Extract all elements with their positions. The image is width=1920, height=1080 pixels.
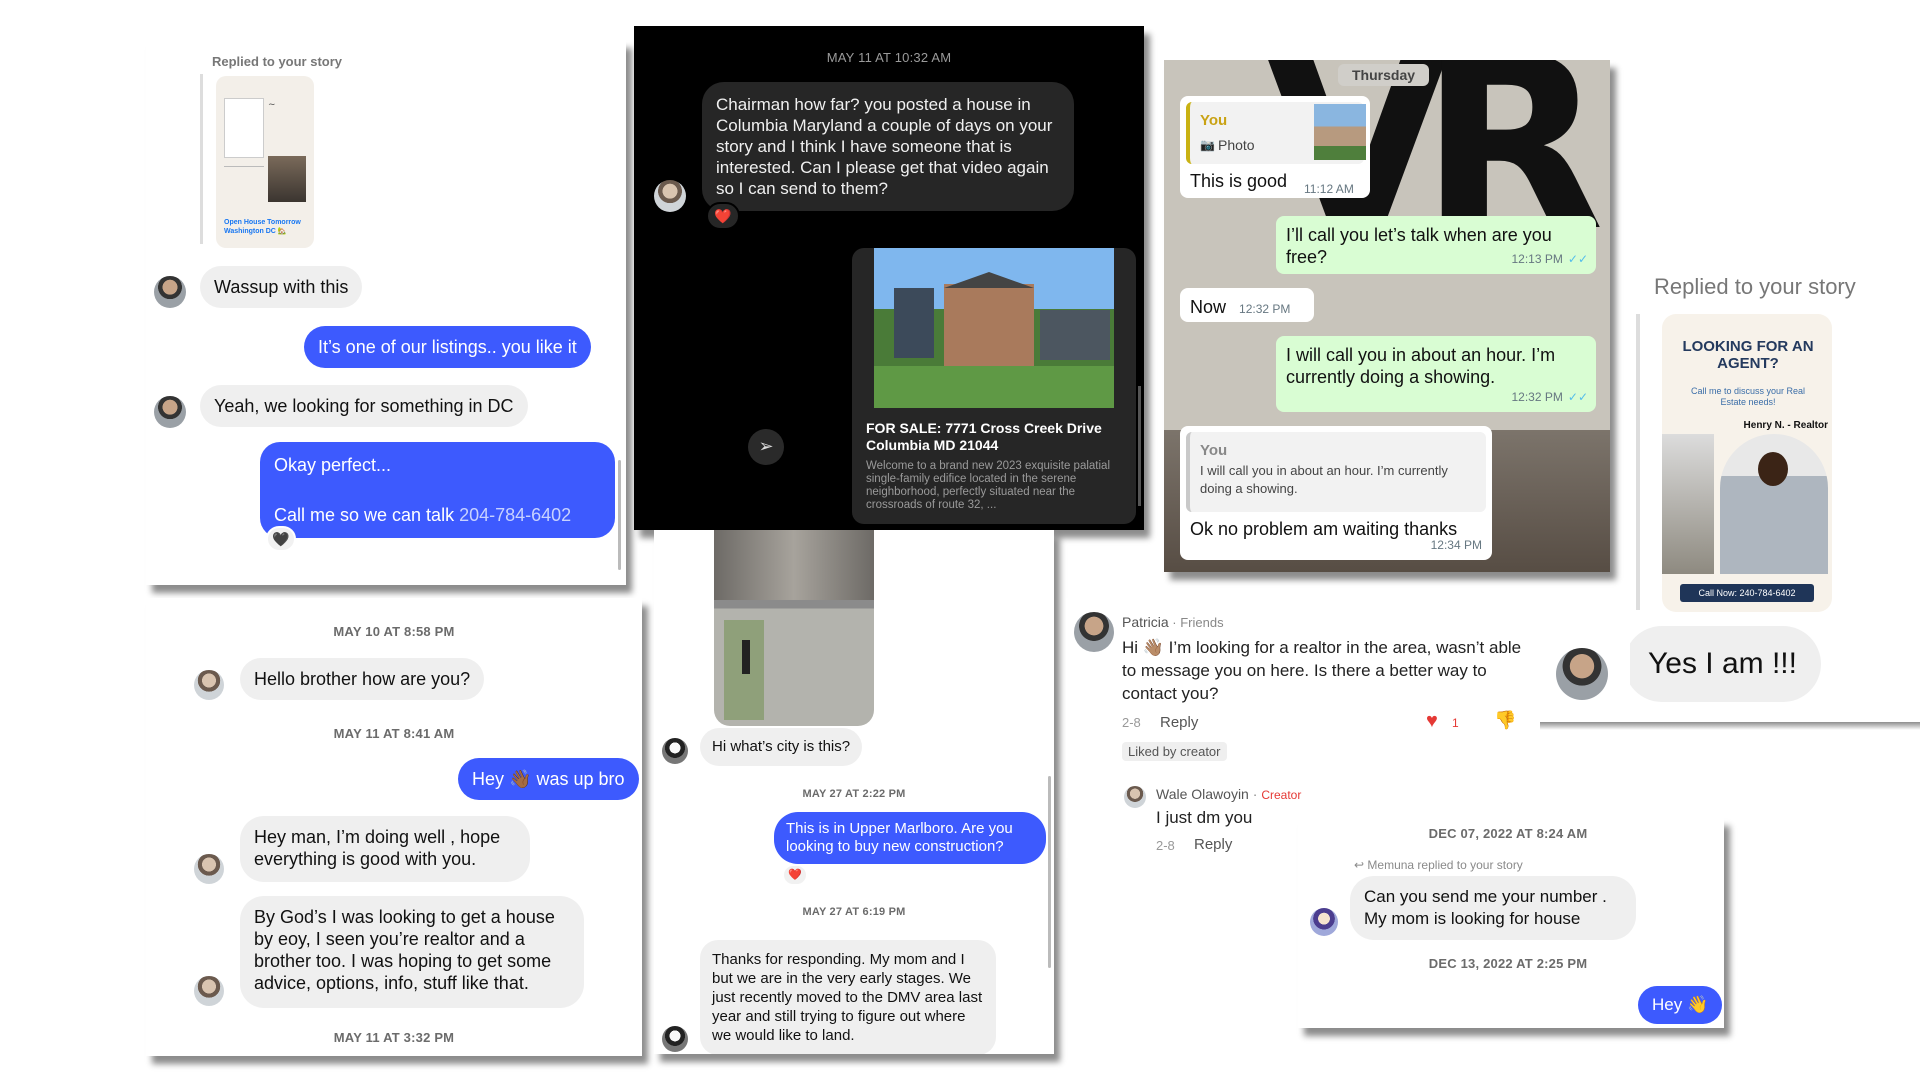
creator-tag: Creator: [1261, 788, 1302, 802]
outgoing-message: Hey 👋: [1638, 986, 1723, 1024]
house-photo: [874, 248, 1114, 408]
story-thumbnail[interactable]: ~ Open House Tomorrow Washington DC 🏡: [216, 76, 314, 248]
reply-link[interactable]: Reply: [1194, 836, 1232, 853]
quoted-photo[interactable]: You 📷 Photo: [1186, 102, 1366, 164]
conversation-panel-agent-story: Replied to your story LOOKING FOR AN AGE…: [1630, 264, 1920, 734]
quoted-message[interactable]: You I will call you in about an hour. I’…: [1186, 432, 1486, 512]
read-receipt-icon: ✓✓: [1567, 390, 1588, 404]
story-reply-bar: [1636, 314, 1640, 610]
story-reply-bar: [200, 74, 203, 244]
street-photo[interactable]: [714, 530, 874, 726]
timestamp: MAY 27 AT 6:19 PM: [802, 906, 906, 918]
conversation-panel-house-advice: MAY 10 AT 8:58 PM Hello brother how are …: [146, 598, 642, 1056]
conversation-panel-story-reply-dc: Replied to your story ~ Open House Tomor…: [146, 40, 626, 585]
incoming-message: By God’s I was looking to get a house by…: [240, 896, 584, 1008]
heart-reaction[interactable]: ❤️: [782, 864, 808, 886]
like-heart-icon[interactable]: ♥: [1426, 710, 1438, 733]
creator-reply-text: I just dm you: [1156, 808, 1253, 827]
timestamp: MAY 11 AT 3:32 PM: [333, 1030, 455, 1045]
heart-reaction[interactable]: 🖤: [266, 526, 296, 552]
incoming-message-with-quote: You 📷 Photo This is good 11:12 AM: [1180, 96, 1370, 198]
incoming-message: Now 12:32 PM: [1180, 288, 1314, 322]
conversation-panel-number-request: DEC 07, 2022 AT 8:24 AM ↩ Memuna replied…: [1298, 818, 1724, 1028]
outgoing-message: This is in Upper Marlboro. Are you looki…: [774, 812, 1046, 864]
avatar[interactable]: [194, 976, 224, 1006]
timestamp: MAY 10 AT 8:58 PM: [333, 624, 455, 639]
avatar[interactable]: [1074, 612, 1114, 652]
liked-by-creator-badge: Liked by creator: [1122, 742, 1227, 761]
quoted-photo-thumbnail: [1314, 104, 1366, 160]
avatar[interactable]: [1556, 648, 1608, 700]
incoming-message: Thanks for responding. My mom and I but …: [700, 940, 996, 1054]
dislike-icon[interactable]: 👎: [1494, 710, 1516, 731]
listing-card[interactable]: FOR SALE: 7771 Cross Creek Drive Columbi…: [852, 248, 1136, 524]
camera-icon: 📷: [1200, 138, 1215, 152]
send-arrow-icon[interactable]: ➢: [748, 429, 784, 465]
outgoing-message: I will call you in about an hour. I’m cu…: [1276, 336, 1596, 412]
scrollbar[interactable]: [618, 460, 621, 570]
wave-emoji: 👋🏾: [509, 769, 532, 789]
incoming-message: Hello brother how are you?: [240, 658, 485, 700]
read-receipt-icon: ✓✓: [1567, 252, 1588, 266]
creator-name[interactable]: Wale Olawoyin: [1156, 786, 1249, 802]
day-label: Thursday: [1338, 64, 1430, 86]
commenter-name[interactable]: Patricia: [1122, 614, 1169, 630]
incoming-message: Chairman how far? you posted a house in …: [702, 82, 1074, 211]
incoming-message: Hi what’s city is this?: [700, 728, 863, 766]
outgoing-message: I’ll call you let’s talk when are you fr…: [1276, 216, 1596, 274]
incoming-message: Yeah, we looking for something in DC: [200, 385, 528, 427]
avatar[interactable]: [154, 276, 186, 308]
avatar[interactable]: [654, 180, 686, 212]
commenter-tag: · Friends: [1168, 615, 1224, 630]
comment-text: Hi 👋🏽 I’m looking for a realtor in the a…: [1122, 638, 1522, 703]
timestamp: MAY 27 AT 2:22 PM: [802, 788, 906, 800]
replied-note: Memuna replied to your story: [1367, 858, 1523, 872]
replied-story-label: Replied to your story: [212, 54, 343, 69]
replied-story-label: Replied to your story: [1654, 274, 1856, 299]
story-thumbnail[interactable]: LOOKING FOR AN AGENT? Call me to discuss…: [1662, 314, 1832, 612]
listing-description: Welcome to a brand new 2023 exquisite pa…: [866, 460, 1110, 511]
listing-title: FOR SALE: 7771 Cross Creek Drive Columbi…: [866, 420, 1102, 453]
conversation-panel-upper-marlboro: Hi what’s city is this? MAY 27 AT 2:22 P…: [654, 530, 1054, 1054]
incoming-message: Wassup with this: [200, 266, 363, 308]
timestamp: MAY 11 AT 10:32 AM: [826, 50, 952, 65]
incoming-message-with-quote: You I will call you in about an hour. I’…: [1180, 426, 1492, 560]
comment-age: 2-8: [1122, 715, 1141, 730]
phone-number-link[interactable]: 204-784-6402: [459, 505, 571, 525]
outgoing-message: It’s one of our listings.. you like it: [304, 326, 591, 368]
panel-shadow-line: [1540, 722, 1920, 730]
house-illustration: [1662, 434, 1714, 574]
story-banner-text: Open House Tomorrow Washington DC 🏡: [224, 219, 301, 235]
like-count: 1: [1452, 716, 1459, 730]
avatar[interactable]: [194, 670, 224, 700]
outgoing-message: Hey 👋🏾 was up bro: [458, 758, 639, 800]
timestamp: DEC 13, 2022 AT 2:25 PM: [1428, 956, 1588, 971]
reply-arrow-icon: ↩: [1354, 858, 1365, 872]
outgoing-message-with-phone: Okay perfect... Call me so we can talk 2…: [260, 442, 615, 538]
incoming-message: Hey man, I’m doing well , hope everythin…: [240, 816, 530, 882]
creator-avatar[interactable]: [1124, 786, 1146, 808]
avatar[interactable]: [1310, 908, 1338, 936]
heart-reaction[interactable]: ❤️: [706, 202, 740, 230]
scrollbar[interactable]: [1138, 386, 1141, 506]
timestamp: MAY 11 AT 8:41 AM: [333, 726, 455, 741]
comment-age: 2-8: [1156, 838, 1175, 853]
reply-link[interactable]: Reply: [1160, 714, 1198, 731]
scrollbar[interactable]: [1048, 776, 1051, 968]
conversation-panel-whatsapp: VR Thursday You 📷 Photo This is good 11:…: [1164, 60, 1610, 572]
agent-photo: [1720, 434, 1828, 574]
avatar[interactable]: [662, 738, 688, 764]
avatar[interactable]: [154, 396, 186, 428]
conversation-panel-columbia-listing: MAY 11 AT 10:32 AM Chairman how far? you…: [634, 26, 1144, 530]
avatar[interactable]: [662, 1026, 688, 1052]
timestamp: DEC 07, 2022 AT 8:24 AM: [1428, 826, 1588, 841]
avatar[interactable]: [194, 854, 224, 884]
reply-message: Yes I am !!!: [1630, 626, 1821, 702]
incoming-message: Can you send me your number . My mom is …: [1350, 876, 1636, 940]
